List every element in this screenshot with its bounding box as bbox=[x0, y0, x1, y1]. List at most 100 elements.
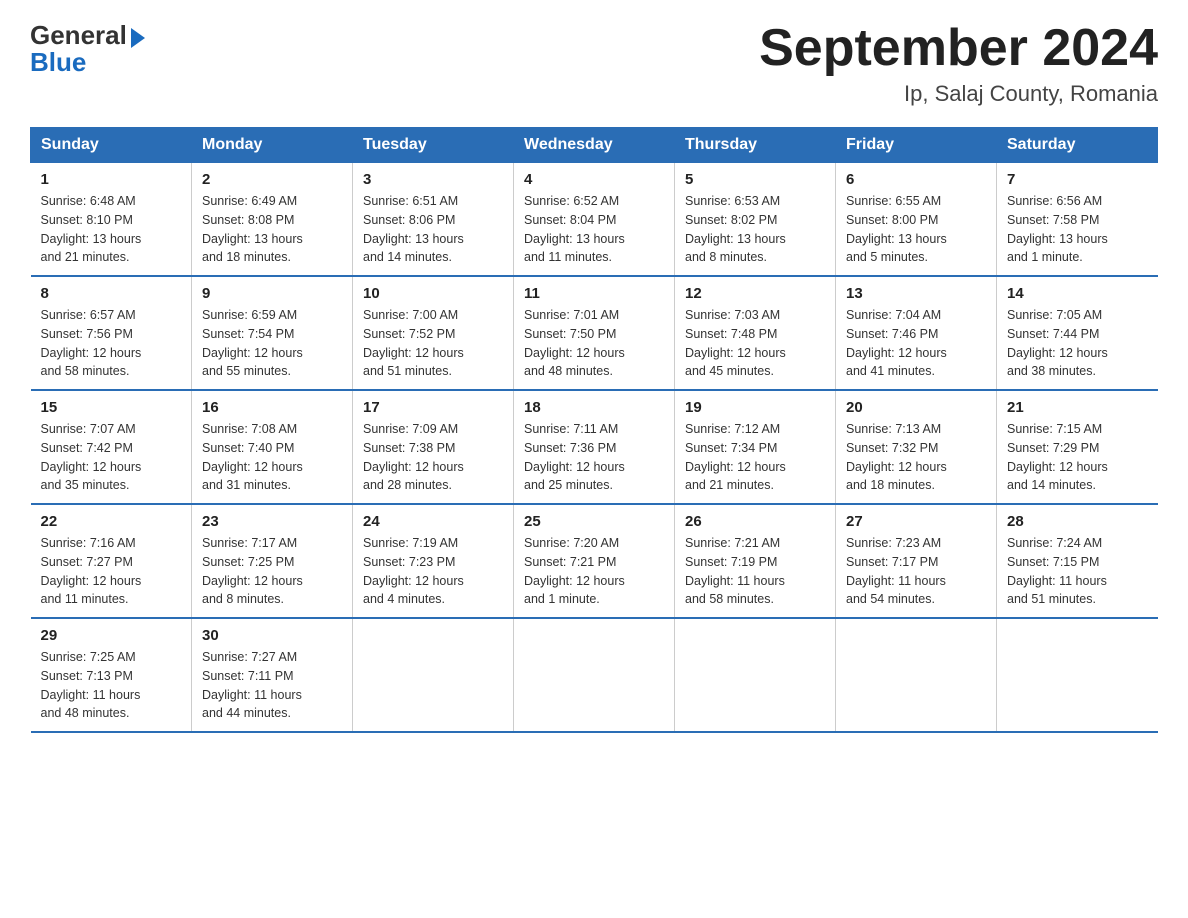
day-info: Sunrise: 7:13 AMSunset: 7:32 PMDaylight:… bbox=[846, 420, 986, 495]
day-number: 1 bbox=[41, 171, 182, 188]
day-info: Sunrise: 7:21 AMSunset: 7:19 PMDaylight:… bbox=[685, 534, 825, 609]
day-info: Sunrise: 6:56 AMSunset: 7:58 PMDaylight:… bbox=[1007, 192, 1148, 267]
day-number: 19 bbox=[685, 399, 825, 416]
calendar-day-cell bbox=[353, 618, 514, 732]
calendar-header-row: SundayMondayTuesdayWednesdayThursdayFrid… bbox=[31, 128, 1158, 163]
month-year-title: September 2024 bbox=[759, 20, 1158, 77]
column-header-sunday: Sunday bbox=[31, 128, 192, 163]
page-header: General Blue September 2024 Ip, Salaj Co… bbox=[30, 20, 1158, 107]
column-header-thursday: Thursday bbox=[675, 128, 836, 163]
calendar-day-cell bbox=[675, 618, 836, 732]
day-info: Sunrise: 6:59 AMSunset: 7:54 PMDaylight:… bbox=[202, 306, 342, 381]
day-info: Sunrise: 6:53 AMSunset: 8:02 PMDaylight:… bbox=[685, 192, 825, 267]
day-info: Sunrise: 7:04 AMSunset: 7:46 PMDaylight:… bbox=[846, 306, 986, 381]
day-number: 20 bbox=[846, 399, 986, 416]
calendar-day-cell: 30 Sunrise: 7:27 AMSunset: 7:11 PMDayligh… bbox=[192, 618, 353, 732]
calendar-day-cell: 17 Sunrise: 7:09 AMSunset: 7:38 PMDayligh… bbox=[353, 390, 514, 504]
day-info: Sunrise: 7:05 AMSunset: 7:44 PMDaylight:… bbox=[1007, 306, 1148, 381]
calendar-day-cell: 5Sunrise: 6:53 AMSunset: 8:02 PMDaylight… bbox=[675, 163, 836, 277]
day-number: 28 bbox=[1007, 513, 1148, 530]
day-number: 23 bbox=[202, 513, 342, 530]
title-block: September 2024 Ip, Salaj County, Romania bbox=[759, 20, 1158, 107]
day-number: 14 bbox=[1007, 285, 1148, 302]
calendar-week-row: 15 Sunrise: 7:07 AMSunset: 7:42 PMDayligh… bbox=[31, 390, 1158, 504]
calendar-day-cell: 19 Sunrise: 7:12 AMSunset: 7:34 PMDayligh… bbox=[675, 390, 836, 504]
calendar-day-cell: 18 Sunrise: 7:11 AMSunset: 7:36 PMDayligh… bbox=[514, 390, 675, 504]
day-number: 30 bbox=[202, 627, 342, 644]
calendar-day-cell: 12 Sunrise: 7:03 AMSunset: 7:48 PMDayligh… bbox=[675, 276, 836, 390]
calendar-day-cell: 27Sunrise: 7:23 AMSunset: 7:17 PMDayligh… bbox=[836, 504, 997, 618]
calendar-day-cell: 1 Sunrise: 6:48 AMSunset: 8:10 PMDaylight… bbox=[31, 163, 192, 277]
column-header-saturday: Saturday bbox=[997, 128, 1158, 163]
calendar-day-cell: 24 Sunrise: 7:19 AMSunset: 7:23 PMDayligh… bbox=[353, 504, 514, 618]
calendar-day-cell: 23 Sunrise: 7:17 AMSunset: 7:25 PMDayligh… bbox=[192, 504, 353, 618]
day-info: Sunrise: 6:55 AMSunset: 8:00 PMDaylight:… bbox=[846, 192, 986, 267]
day-number: 9 bbox=[202, 285, 342, 302]
day-info: Sunrise: 7:15 AMSunset: 7:29 PMDaylight:… bbox=[1007, 420, 1148, 495]
calendar-day-cell: 20 Sunrise: 7:13 AMSunset: 7:32 PMDayligh… bbox=[836, 390, 997, 504]
day-info: Sunrise: 7:03 AMSunset: 7:48 PMDaylight:… bbox=[685, 306, 825, 381]
calendar-day-cell: 16 Sunrise: 7:08 AMSunset: 7:40 PMDayligh… bbox=[192, 390, 353, 504]
day-info: Sunrise: 7:27 AMSunset: 7:11 PMDaylight:… bbox=[202, 648, 342, 723]
day-info: Sunrise: 7:24 AMSunset: 7:15 PMDaylight:… bbox=[1007, 534, 1148, 609]
day-info: Sunrise: 7:20 AMSunset: 7:21 PMDaylight:… bbox=[524, 534, 664, 609]
day-number: 17 bbox=[363, 399, 503, 416]
calendar-day-cell: 10Sunrise: 7:00 AMSunset: 7:52 PMDayligh… bbox=[353, 276, 514, 390]
logo: General Blue bbox=[30, 20, 145, 78]
day-info: Sunrise: 6:57 AMSunset: 7:56 PMDaylight:… bbox=[41, 306, 182, 381]
day-info: Sunrise: 6:48 AMSunset: 8:10 PMDaylight:… bbox=[41, 192, 182, 267]
day-info: Sunrise: 7:07 AMSunset: 7:42 PMDaylight:… bbox=[41, 420, 182, 495]
day-number: 12 bbox=[685, 285, 825, 302]
day-number: 18 bbox=[524, 399, 664, 416]
calendar-day-cell: 25 Sunrise: 7:20 AMSunset: 7:21 PMDayligh… bbox=[514, 504, 675, 618]
column-header-wednesday: Wednesday bbox=[514, 128, 675, 163]
calendar-day-cell: 13Sunrise: 7:04 AMSunset: 7:46 PMDayligh… bbox=[836, 276, 997, 390]
day-info: Sunrise: 6:49 AMSunset: 8:08 PMDaylight:… bbox=[202, 192, 342, 267]
day-info: Sunrise: 7:01 AMSunset: 7:50 PMDaylight:… bbox=[524, 306, 664, 381]
day-info: Sunrise: 7:16 AMSunset: 7:27 PMDaylight:… bbox=[41, 534, 182, 609]
calendar-table: SundayMondayTuesdayWednesdayThursdayFrid… bbox=[30, 127, 1158, 733]
day-number: 22 bbox=[41, 513, 182, 530]
day-number: 11 bbox=[524, 285, 664, 302]
logo-blue-text: Blue bbox=[30, 47, 86, 78]
day-info: Sunrise: 7:17 AMSunset: 7:25 PMDaylight:… bbox=[202, 534, 342, 609]
day-info: Sunrise: 7:23 AMSunset: 7:17 PMDaylight:… bbox=[846, 534, 986, 609]
day-number: 6 bbox=[846, 171, 986, 188]
day-info: Sunrise: 6:51 AMSunset: 8:06 PMDaylight:… bbox=[363, 192, 503, 267]
day-number: 25 bbox=[524, 513, 664, 530]
day-info: Sunrise: 6:52 AMSunset: 8:04 PMDaylight:… bbox=[524, 192, 664, 267]
calendar-day-cell: 14 Sunrise: 7:05 AMSunset: 7:44 PMDayligh… bbox=[997, 276, 1158, 390]
day-number: 24 bbox=[363, 513, 503, 530]
calendar-day-cell: 8 Sunrise: 6:57 AMSunset: 7:56 PMDaylight… bbox=[31, 276, 192, 390]
calendar-day-cell: 6 Sunrise: 6:55 AMSunset: 8:00 PMDaylight… bbox=[836, 163, 997, 277]
day-number: 16 bbox=[202, 399, 342, 416]
calendar-day-cell: 7Sunrise: 6:56 AMSunset: 7:58 PMDaylight… bbox=[997, 163, 1158, 277]
day-number: 3 bbox=[363, 171, 503, 188]
calendar-day-cell: 26 Sunrise: 7:21 AMSunset: 7:19 PMDayligh… bbox=[675, 504, 836, 618]
calendar-day-cell: 28 Sunrise: 7:24 AMSunset: 7:15 PMDayligh… bbox=[997, 504, 1158, 618]
calendar-day-cell: 2 Sunrise: 6:49 AMSunset: 8:08 PMDaylight… bbox=[192, 163, 353, 277]
day-info: Sunrise: 7:09 AMSunset: 7:38 PMDaylight:… bbox=[363, 420, 503, 495]
calendar-day-cell: 3 Sunrise: 6:51 AMSunset: 8:06 PMDaylight… bbox=[353, 163, 514, 277]
day-number: 26 bbox=[685, 513, 825, 530]
calendar-week-row: 1 Sunrise: 6:48 AMSunset: 8:10 PMDaylight… bbox=[31, 163, 1158, 277]
logo-arrow-icon bbox=[131, 28, 145, 48]
calendar-day-cell: 29Sunrise: 7:25 AMSunset: 7:13 PMDayligh… bbox=[31, 618, 192, 732]
day-info: Sunrise: 7:19 AMSunset: 7:23 PMDaylight:… bbox=[363, 534, 503, 609]
day-number: 15 bbox=[41, 399, 182, 416]
column-header-friday: Friday bbox=[836, 128, 997, 163]
column-header-tuesday: Tuesday bbox=[353, 128, 514, 163]
day-number: 10 bbox=[363, 285, 503, 302]
calendar-week-row: 8 Sunrise: 6:57 AMSunset: 7:56 PMDaylight… bbox=[31, 276, 1158, 390]
calendar-day-cell: 9 Sunrise: 6:59 AMSunset: 7:54 PMDaylight… bbox=[192, 276, 353, 390]
day-number: 8 bbox=[41, 285, 182, 302]
calendar-day-cell bbox=[997, 618, 1158, 732]
day-info: Sunrise: 7:12 AMSunset: 7:34 PMDaylight:… bbox=[685, 420, 825, 495]
day-info: Sunrise: 7:08 AMSunset: 7:40 PMDaylight:… bbox=[202, 420, 342, 495]
day-info: Sunrise: 7:11 AMSunset: 7:36 PMDaylight:… bbox=[524, 420, 664, 495]
day-number: 2 bbox=[202, 171, 342, 188]
day-number: 29 bbox=[41, 627, 182, 644]
calendar-week-row: 29Sunrise: 7:25 AMSunset: 7:13 PMDayligh… bbox=[31, 618, 1158, 732]
day-number: 4 bbox=[524, 171, 664, 188]
calendar-day-cell: 22 Sunrise: 7:16 AMSunset: 7:27 PMDayligh… bbox=[31, 504, 192, 618]
